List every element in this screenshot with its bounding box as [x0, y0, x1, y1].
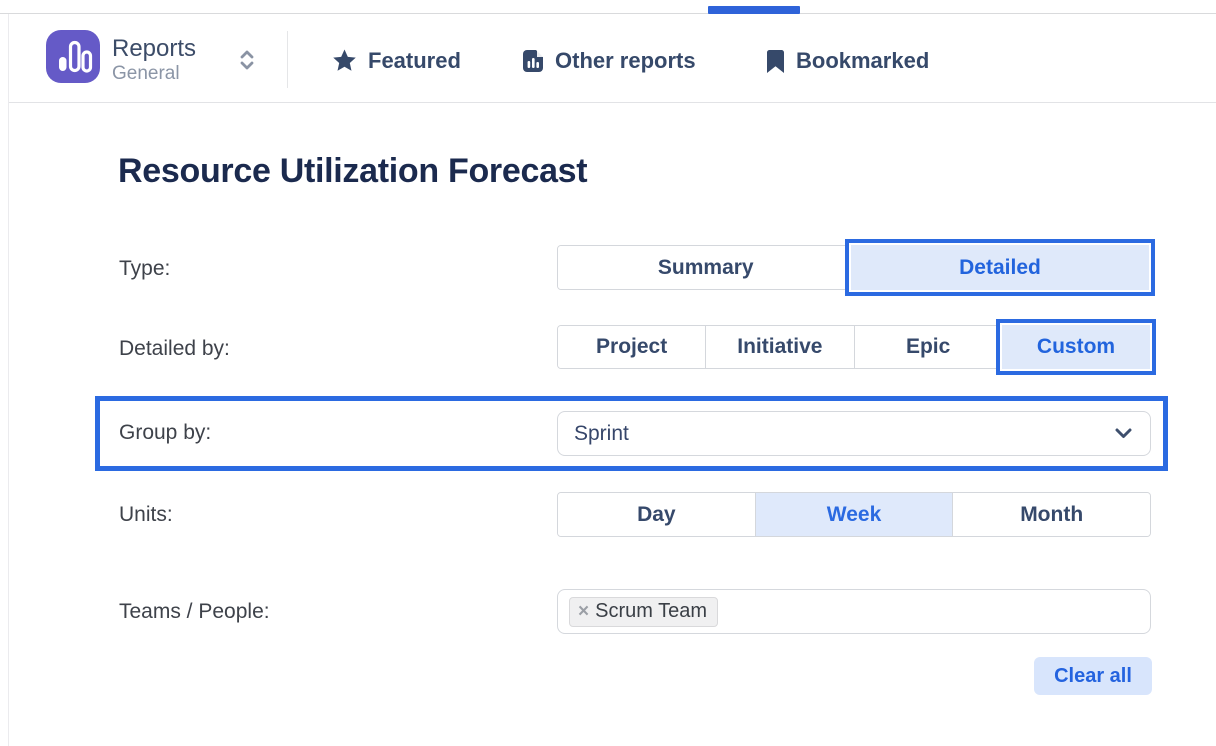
tab-label: Bookmarked: [796, 48, 929, 74]
app-title: Reports: [112, 36, 196, 62]
reports-page: Reports General Featured Other reports: [0, 0, 1216, 746]
team-tag: × Scrum Team: [569, 597, 718, 627]
detailed-by-label: Detailed by:: [119, 337, 230, 361]
bookmark-icon: [766, 49, 785, 74]
tab-label: Featured: [368, 48, 461, 74]
detailed-by-option-custom[interactable]: Custom: [1002, 325, 1150, 369]
teams-people-label: Teams / People:: [119, 600, 270, 624]
left-gutter-divider: [8, 14, 9, 746]
chevron-down-icon: [1115, 428, 1132, 439]
header-divider: [287, 31, 288, 88]
units-option-day[interactable]: Day: [558, 493, 755, 536]
report-chart-icon: [522, 49, 544, 73]
detailed-by-option-project[interactable]: Project: [558, 326, 705, 368]
group-by-label: Group by:: [119, 421, 211, 445]
tag-label: Scrum Team: [595, 600, 707, 623]
highlight-box-detailed: Detailed: [845, 239, 1155, 296]
app-subtitle: General: [112, 63, 180, 84]
units-button-group: Day Week Month: [557, 492, 1151, 537]
group-by-value: Sprint: [574, 422, 1115, 446]
tag-remove-icon[interactable]: ×: [578, 602, 589, 621]
tab-other-reports[interactable]: Other reports: [522, 46, 696, 76]
units-label: Units:: [119, 503, 173, 527]
page-title: Resource Utilization Forecast: [118, 152, 587, 191]
star-icon: [332, 49, 357, 73]
teams-people-input[interactable]: × Scrum Team: [557, 589, 1151, 634]
tab-label: Other reports: [555, 48, 696, 74]
type-label: Type:: [119, 257, 170, 281]
units-option-week[interactable]: Week: [755, 493, 953, 536]
units-option-month[interactable]: Month: [952, 493, 1150, 536]
report-switcher-icon[interactable]: [236, 46, 258, 74]
type-option-detailed[interactable]: Detailed: [851, 245, 1149, 290]
group-by-select[interactable]: Sprint: [557, 411, 1151, 456]
tab-bookmarked[interactable]: Bookmarked: [766, 46, 929, 76]
clear-all-button[interactable]: Clear all: [1034, 657, 1152, 695]
active-tab-indicator: [708, 6, 800, 14]
reports-app-icon[interactable]: [46, 30, 100, 83]
tab-featured[interactable]: Featured: [332, 46, 461, 76]
type-option-summary[interactable]: Summary: [558, 246, 854, 289]
highlight-box-custom: Custom: [996, 319, 1156, 375]
detailed-by-option-epic[interactable]: Epic: [854, 326, 1002, 368]
detailed-by-option-initiative[interactable]: Initiative: [705, 326, 853, 368]
browser-top-strip: [0, 0, 1216, 14]
bar-chart-icon: [46, 30, 100, 83]
